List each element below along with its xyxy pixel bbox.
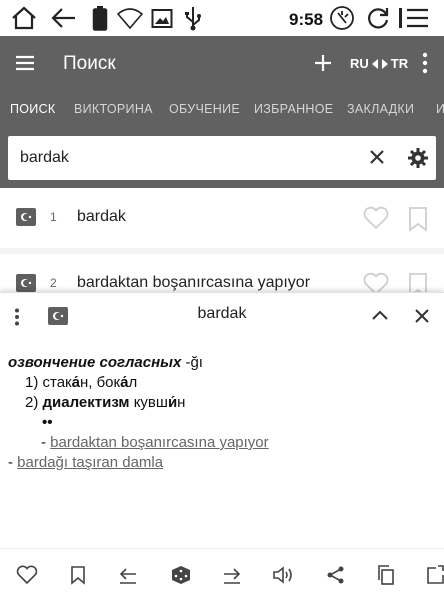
- sense-text: н, бок: [79, 374, 121, 391]
- result-index: 2: [50, 276, 57, 290]
- sense-text: н: [177, 394, 186, 411]
- dialect-label: диалектизм: [42, 394, 130, 411]
- bottom-toolbar: [0, 548, 444, 600]
- tab-history[interactable]: И: [436, 102, 444, 116]
- turkish-flag-icon: [16, 208, 36, 226]
- list-item[interactable]: 1 bardak: [0, 188, 444, 248]
- open-external-icon[interactable]: [426, 565, 444, 585]
- speaker-icon[interactable]: [272, 565, 294, 585]
- language-switcher[interactable]: RU TR: [350, 56, 408, 71]
- home-icon[interactable]: [10, 5, 38, 31]
- share-icon[interactable]: [326, 565, 346, 585]
- sense-text: стак: [38, 374, 72, 391]
- lang-from: RU: [350, 56, 369, 71]
- phrase-prefix: -: [41, 434, 51, 451]
- turkish-flag-icon: [16, 274, 36, 292]
- image-icon: [151, 5, 173, 31]
- result-word: bardaktan boşanırcasına yapıyor: [77, 274, 311, 291]
- results-list: 1 bardak 2 bardaktan boşanırcasına yapıy…: [0, 188, 444, 314]
- sense-2: 2) диалектизм кувши́н: [8, 393, 269, 413]
- cleanup-icon[interactable]: [329, 5, 355, 31]
- copy-icon[interactable]: [376, 565, 396, 585]
- battery-icon: [92, 5, 108, 32]
- sense-text: кувш: [129, 394, 168, 411]
- dictionary-entry: озвончение согласных -ğı 1) стака́н, бок…: [8, 353, 269, 473]
- plus-icon[interactable]: [313, 53, 333, 73]
- wifi-icon: [116, 5, 144, 31]
- sense-number: 1): [25, 374, 39, 391]
- search-area: bardak: [0, 128, 444, 188]
- page-title: Поиск: [63, 53, 116, 74]
- tab-bar: ПОИСК ВИКТОРИНА ОБУЧЕНИЕ ИЗБРАННОЕ ЗАКЛА…: [0, 92, 444, 128]
- search-value: bardak: [20, 149, 69, 166]
- heart-icon[interactable]: [16, 565, 38, 585]
- app-bar: Поиск RU TR: [0, 36, 444, 92]
- random-dice-icon[interactable]: [170, 565, 192, 585]
- tab-quiz[interactable]: ВИКТОРИНА: [74, 102, 153, 116]
- sense-number: 2): [25, 394, 39, 411]
- lang-to: TR: [390, 56, 409, 71]
- gear-icon[interactable]: [407, 147, 429, 169]
- result-index: 1: [50, 210, 57, 224]
- phrase-line: - bardağı taşıran damla: [8, 453, 269, 473]
- status-bar: 9:58: [0, 0, 444, 36]
- next-icon[interactable]: [222, 565, 242, 585]
- phrase-link[interactable]: bardaktan boşanırcasına yapıyor: [50, 434, 268, 451]
- chevron-up-icon[interactable]: [372, 309, 388, 321]
- clear-icon[interactable]: [369, 149, 385, 165]
- sense-text: л: [128, 374, 138, 391]
- bookmark-icon[interactable]: [408, 206, 428, 232]
- sense-1: 1) стака́н, бока́л: [8, 373, 269, 393]
- bookmark-icon[interactable]: [70, 565, 86, 585]
- tab-bookmarks[interactable]: ЗАКЛАДКИ: [347, 102, 414, 116]
- tab-learning[interactable]: ОБУЧЕНИЕ: [169, 102, 240, 116]
- clock: 9:58: [289, 10, 324, 29]
- refresh-icon[interactable]: [365, 5, 391, 31]
- grammar-label: озвончение согласных: [8, 354, 182, 371]
- usb-icon: [183, 5, 203, 31]
- phrase-line: - bardaktan boşanırcasına yapıyor: [8, 433, 269, 453]
- bullets: ••: [42, 414, 53, 431]
- back-arrow-icon[interactable]: [50, 5, 78, 31]
- grammar-line: озвончение согласных -ğı: [8, 353, 269, 373]
- stress-mark: и́: [167, 394, 178, 411]
- heart-icon[interactable]: [362, 205, 390, 231]
- previous-icon[interactable]: [118, 565, 138, 585]
- suffix: -ğı: [181, 354, 203, 371]
- phrase-link[interactable]: bardağı taşıran damla: [17, 454, 163, 471]
- menu-lines-icon[interactable]: [398, 5, 430, 31]
- close-icon[interactable]: [415, 309, 429, 323]
- search-input[interactable]: bardak: [8, 136, 436, 180]
- swap-arrows-icon: [371, 58, 389, 70]
- stress-mark: а́: [71, 374, 80, 391]
- tab-favorites[interactable]: ИЗБРАННОЕ: [254, 102, 333, 116]
- tab-search[interactable]: ПОИСК: [10, 102, 56, 116]
- hamburger-menu-icon[interactable]: [14, 52, 36, 74]
- phrase-prefix: -: [8, 454, 18, 471]
- more-vertical-icon[interactable]: [422, 52, 428, 74]
- result-word: bardak: [77, 208, 126, 225]
